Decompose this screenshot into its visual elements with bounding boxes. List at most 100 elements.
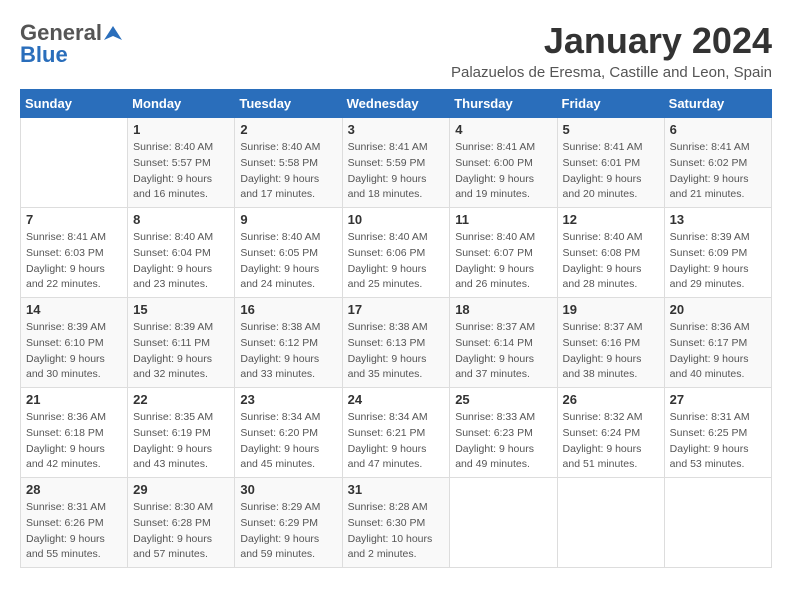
day-info-line: Sunset: 6:06 PM	[348, 246, 445, 262]
calendar-cell: 22Sunrise: 8:35 AMSunset: 6:19 PMDayligh…	[128, 388, 235, 478]
calendar-cell: 5Sunrise: 8:41 AMSunset: 6:01 PMDaylight…	[557, 118, 664, 208]
day-info-line: Daylight: 9 hours	[26, 532, 122, 548]
day-info-line: Daylight: 9 hours	[133, 442, 229, 458]
day-info-line: Daylight: 9 hours	[240, 442, 336, 458]
day-info-line: Daylight: 9 hours	[240, 532, 336, 548]
day-info-line: Sunrise: 8:40 AM	[563, 230, 659, 246]
day-info-line: Sunrise: 8:36 AM	[26, 410, 122, 426]
day-number: 31	[348, 482, 445, 497]
day-info-line: Sunset: 6:28 PM	[133, 516, 229, 532]
day-number: 17	[348, 302, 445, 317]
day-info: Sunrise: 8:37 AMSunset: 6:16 PMDaylight:…	[563, 320, 659, 383]
day-info-line: Sunrise: 8:30 AM	[133, 500, 229, 516]
day-info-line: and 35 minutes.	[348, 367, 445, 383]
day-info-line: and 23 minutes.	[133, 277, 229, 293]
day-info-line: Sunrise: 8:36 AM	[670, 320, 766, 336]
day-info-line: Sunset: 6:04 PM	[133, 246, 229, 262]
day-info: Sunrise: 8:40 AMSunset: 6:07 PMDaylight:…	[455, 230, 551, 293]
day-info-line: Sunset: 6:29 PM	[240, 516, 336, 532]
day-number: 15	[133, 302, 229, 317]
calendar-cell	[450, 478, 557, 568]
day-info-line: Sunrise: 8:28 AM	[348, 500, 445, 516]
day-number: 4	[455, 122, 551, 137]
day-info: Sunrise: 8:29 AMSunset: 6:29 PMDaylight:…	[240, 500, 336, 563]
header-tuesday: Tuesday	[235, 90, 342, 118]
day-number: 5	[563, 122, 659, 137]
day-info-line: Sunrise: 8:33 AM	[455, 410, 551, 426]
calendar-cell: 28Sunrise: 8:31 AMSunset: 6:26 PMDayligh…	[21, 478, 128, 568]
calendar-week-4: 21Sunrise: 8:36 AMSunset: 6:18 PMDayligh…	[21, 388, 772, 478]
day-info-line: Daylight: 9 hours	[133, 172, 229, 188]
day-info: Sunrise: 8:34 AMSunset: 6:20 PMDaylight:…	[240, 410, 336, 473]
day-number: 28	[26, 482, 122, 497]
title-block: January 2024 Palazuelos de Eresma, Casti…	[451, 20, 772, 81]
calendar-cell: 11 Sunrise: 8:40 AMSunset: 6:07 PMDayligh…	[450, 208, 557, 298]
day-number: 21	[26, 392, 122, 407]
calendar-cell: 13Sunrise: 8:39 AMSunset: 6:09 PMDayligh…	[664, 208, 771, 298]
header-wednesday: Wednesday	[342, 90, 450, 118]
day-number: 20	[670, 302, 766, 317]
day-info-line: Sunset: 6:12 PM	[240, 336, 336, 352]
day-info-line: and 55 minutes.	[26, 547, 122, 563]
day-info-line: Daylight: 9 hours	[240, 262, 336, 278]
calendar-cell: 20Sunrise: 8:36 AMSunset: 6:17 PMDayligh…	[664, 298, 771, 388]
day-info-line: and 2 minutes.	[348, 547, 445, 563]
day-info-line: Sunrise: 8:41 AM	[455, 140, 551, 156]
day-info-line: Sunrise: 8:38 AM	[240, 320, 336, 336]
day-info-line: and 33 minutes.	[240, 367, 336, 383]
day-number: 26	[563, 392, 659, 407]
day-info-line: Sunrise: 8:40 AM	[455, 230, 551, 246]
day-info-line: and 40 minutes.	[670, 367, 766, 383]
day-info-line: and 26 minutes.	[455, 277, 551, 293]
day-number: 10	[348, 212, 445, 227]
calendar-week-2: 7Sunrise: 8:41 AMSunset: 6:03 PMDaylight…	[21, 208, 772, 298]
day-info: Sunrise: 8:41 AMSunset: 6:00 PMDaylight:…	[455, 140, 551, 203]
calendar-cell: 23 Sunrise: 8:34 AMSunset: 6:20 PMDayligh…	[235, 388, 342, 478]
day-info-line: Sunrise: 8:39 AM	[670, 230, 766, 246]
day-number: 25	[455, 392, 551, 407]
calendar-cell: 2Sunrise: 8:40 AMSunset: 5:58 PMDaylight…	[235, 118, 342, 208]
calendar-cell: 30 Sunrise: 8:29 AMSunset: 6:29 PMDayligh…	[235, 478, 342, 568]
day-info-line: and 25 minutes.	[348, 277, 445, 293]
day-info: Sunrise: 8:40 AMSunset: 5:58 PMDaylight:…	[240, 140, 336, 203]
day-number: 8	[133, 212, 229, 227]
calendar-cell	[21, 118, 128, 208]
calendar-cell: 15Sunrise: 8:39 AMSunset: 6:11 PMDayligh…	[128, 298, 235, 388]
day-info-line: Sunset: 6:13 PM	[348, 336, 445, 352]
day-info-line: and 59 minutes.	[240, 547, 336, 563]
day-number: 18	[455, 302, 551, 317]
day-info-line: Sunrise: 8:39 AM	[133, 320, 229, 336]
day-info-line: and 20 minutes.	[563, 187, 659, 203]
day-info-line: Sunrise: 8:37 AM	[455, 320, 551, 336]
day-info: Sunrise: 8:35 AMSunset: 6:19 PMDaylight:…	[133, 410, 229, 473]
calendar-week-3: 14Sunrise: 8:39 AMSunset: 6:10 PMDayligh…	[21, 298, 772, 388]
day-info-line: Daylight: 9 hours	[133, 352, 229, 368]
day-number: 12	[563, 212, 659, 227]
day-info-line: Daylight: 9 hours	[563, 172, 659, 188]
day-info-line: Sunrise: 8:41 AM	[670, 140, 766, 156]
day-number: 11	[455, 212, 551, 227]
month-title: January 2024	[451, 20, 772, 62]
logo: General Blue	[20, 20, 122, 68]
day-info-line: Sunset: 6:20 PM	[240, 426, 336, 442]
location-subtitle: Palazuelos de Eresma, Castille and Leon,…	[451, 64, 772, 81]
day-info: Sunrise: 8:39 AMSunset: 6:10 PMDaylight:…	[26, 320, 122, 383]
calendar-cell: 21Sunrise: 8:36 AMSunset: 6:18 PMDayligh…	[21, 388, 128, 478]
day-info-line: and 37 minutes.	[455, 367, 551, 383]
day-info-line: and 49 minutes.	[455, 457, 551, 473]
day-info-line: Sunset: 6:08 PM	[563, 246, 659, 262]
day-info: Sunrise: 8:40 AMSunset: 6:08 PMDaylight:…	[563, 230, 659, 293]
calendar-cell: 18 Sunrise: 8:37 AMSunset: 6:14 PMDayligh…	[450, 298, 557, 388]
day-info-line: Sunrise: 8:32 AM	[563, 410, 659, 426]
day-number: 23	[240, 392, 336, 407]
calendar-cell: 1Sunrise: 8:40 AMSunset: 5:57 PMDaylight…	[128, 118, 235, 208]
day-info: Sunrise: 8:37 AMSunset: 6:14 PMDaylight:…	[455, 320, 551, 383]
day-info-line: Sunset: 6:19 PM	[133, 426, 229, 442]
day-info-line: Daylight: 9 hours	[670, 352, 766, 368]
day-number: 30	[240, 482, 336, 497]
day-info-line: Sunrise: 8:31 AM	[670, 410, 766, 426]
calendar-cell: 4 Sunrise: 8:41 AMSunset: 6:00 PMDaylight…	[450, 118, 557, 208]
calendar-cell: 24Sunrise: 8:34 AMSunset: 6:21 PMDayligh…	[342, 388, 450, 478]
day-info-line: and 22 minutes.	[26, 277, 122, 293]
day-info-line: Daylight: 9 hours	[455, 442, 551, 458]
